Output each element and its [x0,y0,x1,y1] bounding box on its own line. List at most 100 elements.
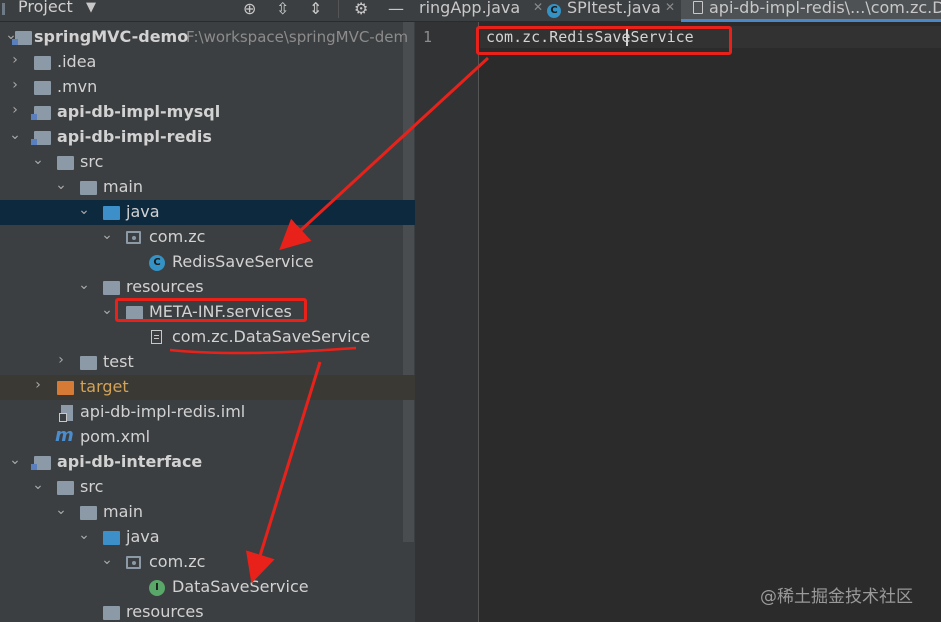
chevron-down-icon[interactable]: ⌄ [78,277,90,293]
tree-item-label: DataSaveService [172,577,309,596]
editor-tabs: ringApp.java ✕ C SPItest.java ✕ api-db-im… [415,0,941,22]
tree-item-main[interactable]: ⌄ main [0,500,415,525]
chevron-right-icon[interactable]: › [9,52,21,68]
tree-item-iml[interactable]: api-db-impl-redis.iml [0,400,415,425]
code-editor[interactable]: 1 com.zc.RedisSaveService [415,22,941,622]
highlight-box-code [476,26,732,55]
tree-item-label: com.zc.DataSaveService [172,327,371,346]
chevron-down-icon[interactable]: ⌄ [32,152,44,168]
class-icon: C [149,255,165,271]
module-folder-icon [31,456,51,470]
tree-item-main[interactable]: ⌄ main [0,175,415,200]
resources-folder-icon [103,281,120,295]
close-icon[interactable]: ✕ [665,0,675,14]
module-folder-icon [12,31,32,45]
close-icon[interactable]: ✕ [533,0,543,14]
tab-label: SPItest.java [567,0,661,17]
project-tree-panel: ⌄ springMVC-demo F:\workspace\springMVC-… [0,22,415,622]
tree-item-label: .idea [57,52,97,71]
tree-item-label: java [126,202,160,221]
maven-icon: m [55,425,74,446]
tree-item-java[interactable]: ⌄ java [0,525,415,550]
tree-item-label: .mvn [57,77,98,96]
chevron-down-icon[interactable]: ⌄ [55,177,67,193]
source-folder-icon [103,531,120,545]
toolbar-divider [338,0,339,18]
chevron-down-icon[interactable]: ⌄ [78,202,90,218]
folder-icon [34,81,51,95]
tree-item-redis-save-service[interactable]: C RedisSaveService [0,250,415,275]
folder-icon [80,356,97,370]
expand-all-icon[interactable]: ⇳ [276,0,289,18]
tree-item-label: api-db-interface [57,452,203,471]
tree-item-com-zc[interactable]: ⌄ com.zc [0,550,415,575]
tree-item-resources[interactable]: resources [0,600,415,622]
chevron-down-icon[interactable]: ⌄ [101,227,113,243]
chevron-right-icon[interactable]: › [55,352,67,368]
tree-item-root[interactable]: ⌄ springMVC-demo F:\workspace\springMVC-… [0,25,415,50]
tree-item-label: com.zc [149,227,206,246]
tree-item-label: src [80,152,104,171]
project-panel-title[interactable]: Project [18,0,73,16]
folder-icon [57,481,74,495]
tree-item-src[interactable]: ⌄ src [0,150,415,175]
tree-item-label: api-db-impl-mysql [57,102,221,121]
tree-item-label: RedisSaveService [172,252,314,271]
line-gutter: 1 [415,22,479,622]
tree-item-pom[interactable]: m pom.xml [0,425,415,450]
top-bar: Project ▼ ⊕ ⇳ ⇕ ⚙ — ringApp.java ✕ C SPIt… [0,0,941,22]
project-toolbar: Project ▼ ⊕ ⇳ ⇕ ⚙ — [0,0,415,22]
tab-spitest[interactable]: C SPItest.java [547,0,677,22]
chevron-down-icon[interactable]: ⌄ [9,127,21,143]
tree-item-data-save-service[interactable]: I DataSaveService [0,575,415,600]
watermark: @稀土掘金技术社区 [760,587,913,607]
tree-item-services-file[interactable]: com.zc.DataSaveService [0,325,415,350]
locate-target-icon[interactable]: ⊕ [243,0,256,18]
chevron-down-icon[interactable]: ▼ [86,0,96,15]
chevron-right-icon[interactable]: › [9,77,21,93]
chevron-down-icon[interactable]: ⌄ [101,302,113,318]
module-folder-icon [31,131,51,145]
tree-item-label: api-db-impl-redis.iml [80,402,246,421]
module-file-icon [59,405,73,422]
tree-item-com-zc[interactable]: ⌄ com.zc [0,225,415,250]
tree-item-java[interactable]: ⌄ java [0,200,415,225]
tree-item-label: com.zc [149,552,206,571]
tree-item-label: java [126,527,160,546]
chevron-right-icon[interactable]: › [9,102,21,118]
text-file-icon [151,330,162,344]
tree-item-label: springMVC-demo [34,27,189,46]
highlight-box-meta-inf [115,298,307,322]
interface-icon: I [149,580,165,596]
chevron-down-icon[interactable]: ⌄ [101,552,113,568]
minimize-icon[interactable]: — [388,0,404,18]
tree-item-label: main [103,177,143,196]
gear-icon[interactable]: ⚙ [354,0,368,18]
tree-item-api-db-impl-redis[interactable]: ⌄ api-db-impl-redis [0,125,415,150]
tree-item-mvn[interactable]: › .mvn [0,75,415,100]
chevron-down-icon[interactable]: ⌄ [32,477,44,493]
class-icon: C [547,4,561,18]
tree-item-test[interactable]: › test [0,350,415,375]
tree-item-label: main [103,502,143,521]
excluded-folder-icon [57,381,74,395]
tab-springapp[interactable]: ringApp.java [419,0,529,22]
tree-item-label: test [103,352,134,371]
chevron-down-icon[interactable]: ⌄ [55,502,67,518]
tree-item-api-db-interface[interactable]: ⌄ api-db-interface [0,450,415,475]
tab-services-file[interactable]: api-db-impl-redis\...\com.zc.D [681,0,941,22]
tree-item-src[interactable]: ⌄ src [0,475,415,500]
line-number: 1 [423,28,433,46]
tree-item-idea[interactable]: › .idea [0,50,415,75]
tree-item-api-db-impl-mysql[interactable]: › api-db-impl-mysql [0,100,415,125]
collapse-all-icon[interactable]: ⇕ [309,0,322,18]
chevron-down-icon[interactable]: ⌄ [78,527,90,543]
chevron-right-icon[interactable]: › [32,377,44,393]
project-panel-icon [2,3,12,15]
tree-item-resources[interactable]: ⌄ resources [0,275,415,300]
tree-item-label: target [80,377,129,396]
text-file-icon [693,1,703,14]
chevron-down-icon[interactable]: ⌄ [9,452,21,468]
tree-item-target[interactable]: › target [0,375,415,400]
folder-icon [57,156,74,170]
